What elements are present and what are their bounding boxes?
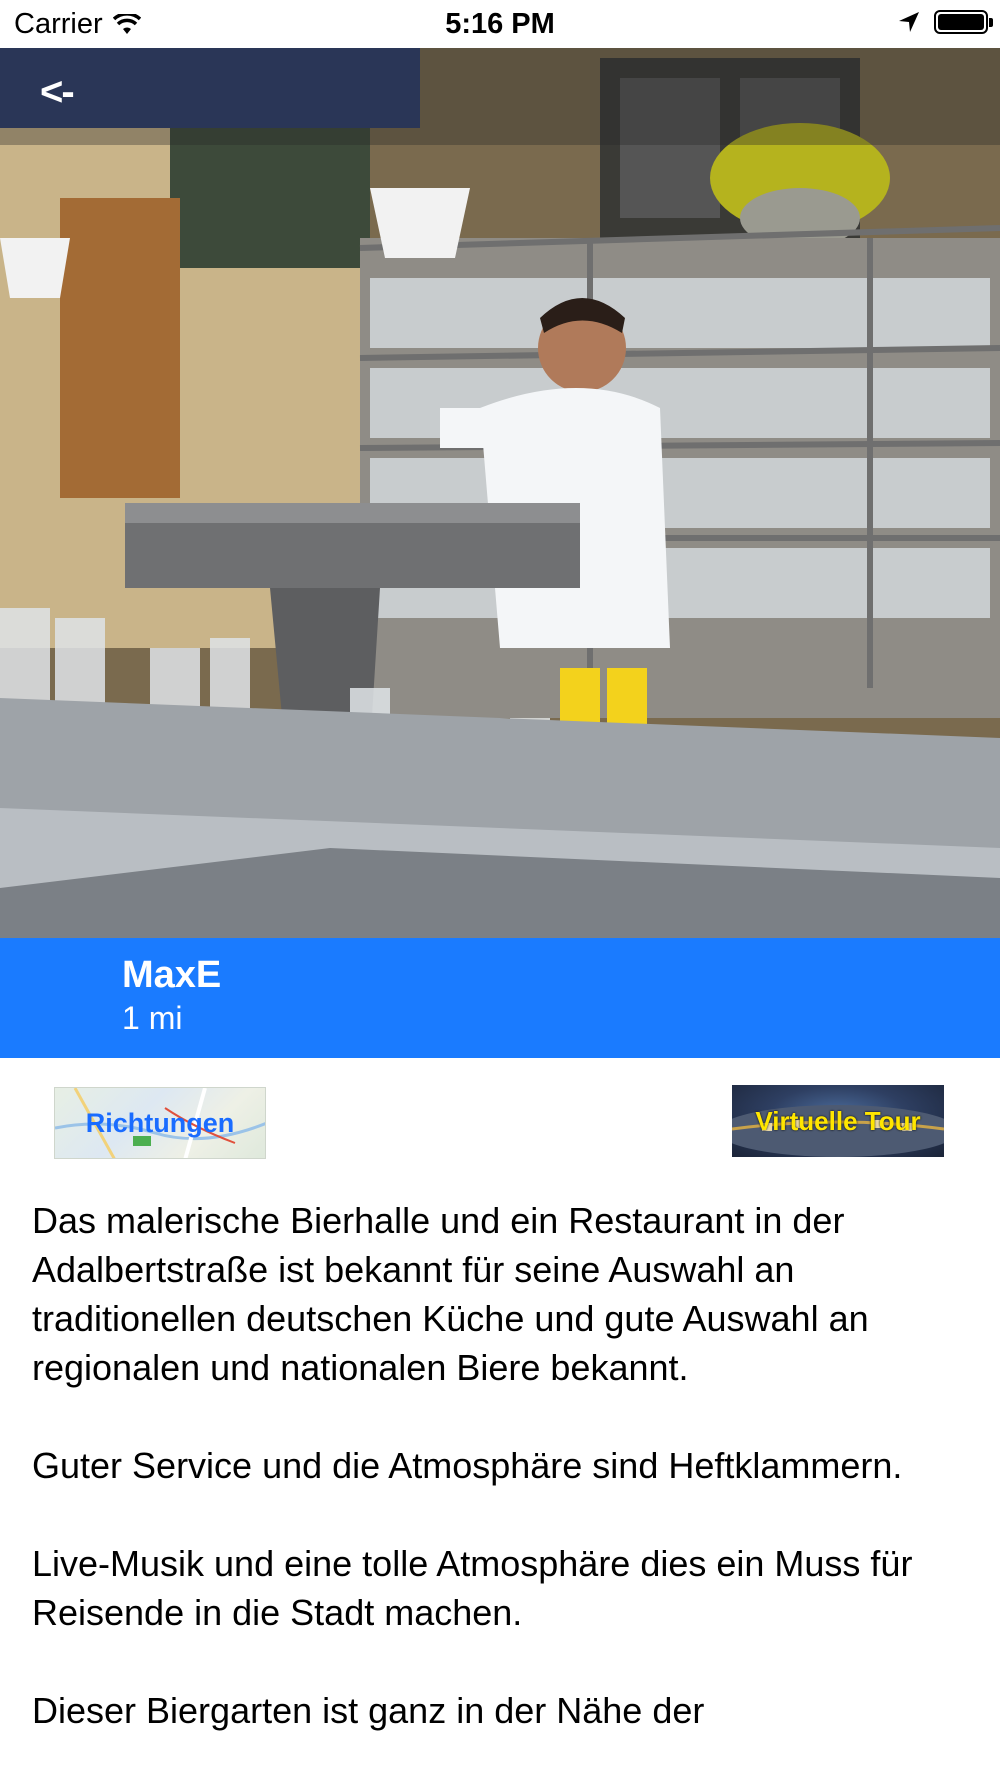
directions-button[interactable]: Richtungen bbox=[54, 1087, 266, 1159]
back-button[interactable]: <- bbox=[40, 70, 75, 115]
directions-label: Richtungen bbox=[85, 1108, 235, 1138]
navigation-bar: <- bbox=[0, 48, 1000, 145]
virtual-tour-button[interactable]: Virtuelle Tour bbox=[732, 1085, 944, 1157]
status-right bbox=[898, 10, 993, 34]
description: Das malerische Bierhalle und ein Restaur… bbox=[32, 1196, 972, 1784]
location-arrow-icon bbox=[899, 12, 919, 32]
place-name: MaxE bbox=[122, 954, 222, 996]
description-paragraph: Dieser Biergarten ist ganz in der Nähe d… bbox=[32, 1690, 705, 1731]
status-time: 5:16 PM bbox=[445, 8, 555, 40]
bar-scene-illustration bbox=[0, 48, 1000, 938]
description-paragraph: Guter Service und die Atmosphäre sind He… bbox=[32, 1445, 903, 1486]
hero-photo bbox=[0, 48, 1000, 938]
description-paragraph: Das malerische Bierhalle und ein Restaur… bbox=[32, 1200, 869, 1388]
virtual-tour-label: Virtuelle Tour bbox=[755, 1106, 921, 1136]
battery-icon bbox=[934, 10, 993, 34]
status-bar: Carrier 5:16 PM bbox=[0, 0, 1000, 48]
place-header: MaxE 1 mi bbox=[0, 938, 1000, 1058]
description-paragraph: Live-Musik und eine tolle Atmosphäre die… bbox=[32, 1543, 913, 1633]
place-distance: 1 mi bbox=[122, 1000, 183, 1036]
